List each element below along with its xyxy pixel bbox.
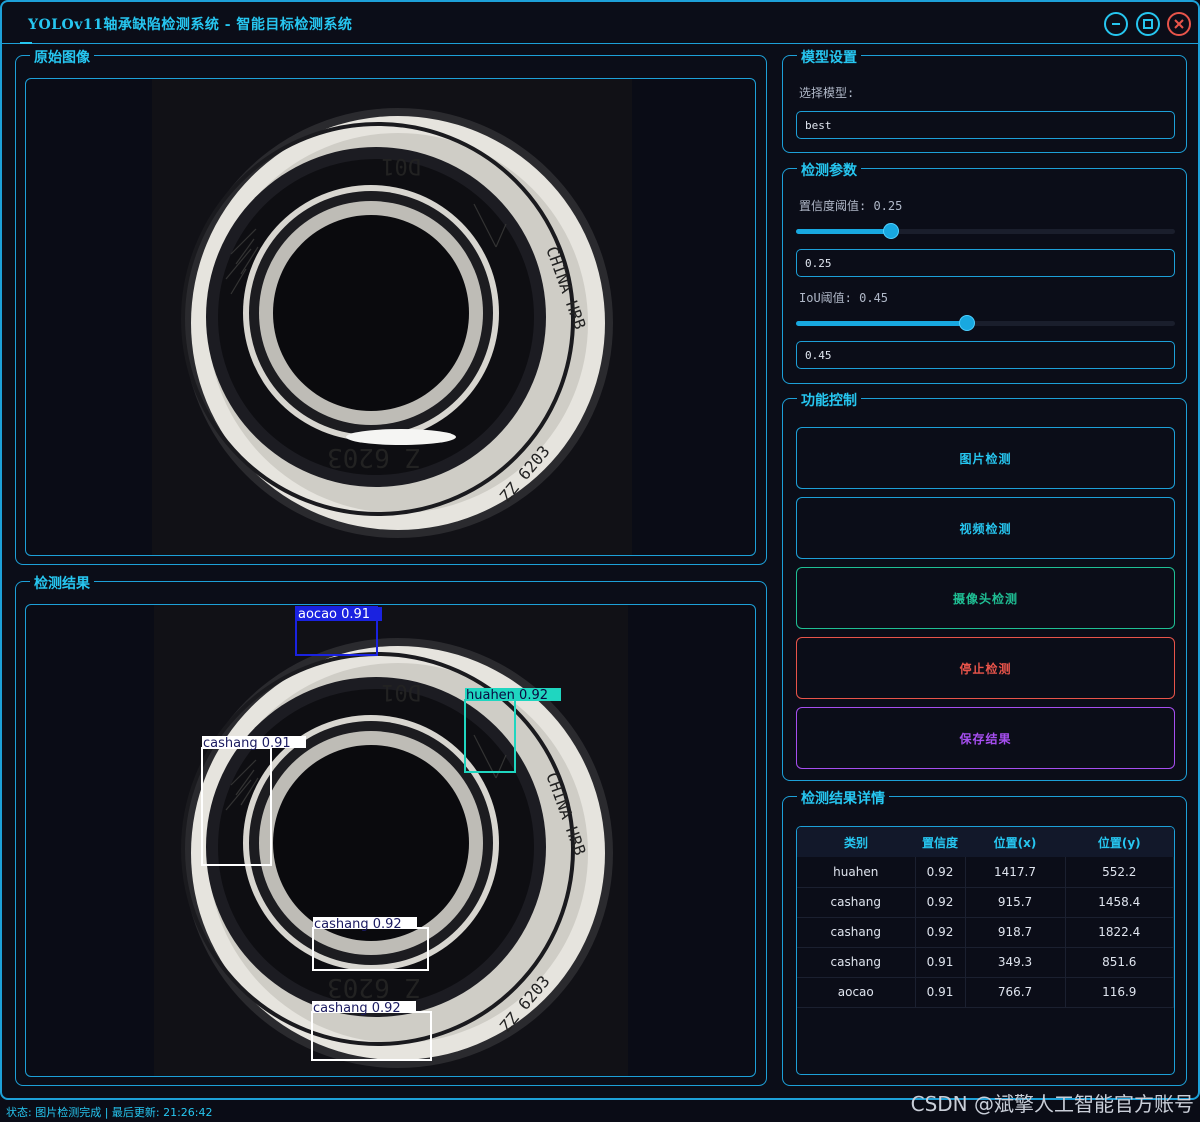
result-bottom-marking: Z 6203	[327, 972, 421, 1002]
save-results-button[interactable]: 保存结果	[796, 707, 1175, 769]
minimize-button[interactable]	[1104, 12, 1128, 36]
table-cell: cashang	[797, 887, 916, 918]
detection-label-cashang-mid: cashang 0.92	[314, 917, 402, 932]
result-bearing-image: D01 CHINA HRB Z 6203 ZZ 6203 aocao 0.91	[154, 605, 628, 1076]
status-bar: 状态: 图片检测完成 | 最后更新: 21:26:42	[6, 1106, 213, 1119]
table-cell: cashang	[797, 917, 916, 948]
confidence-slider-handle[interactable]	[883, 223, 899, 239]
iou-slider[interactable]	[796, 315, 1175, 331]
table-row[interactable]: aocao 0.91 766.7 116.9	[797, 977, 1174, 1008]
original-image-panel: 原始图像 D01 CHINA HRB Z 6203 ZZ 6203	[15, 47, 767, 565]
model-select[interactable]: best	[796, 111, 1175, 139]
result-top-marking: D01	[381, 679, 421, 704]
detection-params-panel: 检测参数 置信度阈值: 0.25 0.25 IoU阈值: 0.45 0.45	[782, 160, 1187, 384]
close-button[interactable]	[1167, 12, 1191, 36]
table-cell: 918.7	[965, 917, 1066, 948]
confidence-slider-fill	[796, 229, 891, 234]
video-detect-button[interactable]: 视频检测	[796, 497, 1175, 559]
result-image-title: 检测结果	[30, 573, 94, 593]
table-row[interactable]: huahen 0.92 1417.7 552.2	[797, 857, 1174, 888]
table-cell: 0.91	[915, 977, 966, 1008]
result-details-panel: 检测结果详情 类别 置信度 位置(x) 位置(y) huahen 0.92 14…	[782, 788, 1187, 1086]
title-bar[interactable]: YOLOv11轴承缺陷检测系统 - 智能目标检测系统	[2, 2, 1198, 44]
table-cell: 552.2	[1065, 857, 1174, 888]
table-cell: cashang	[797, 947, 916, 978]
detection-params-title: 检测参数	[797, 160, 861, 180]
table-cell: 0.91	[915, 947, 966, 978]
detection-label-cashang-bottom: cashang 0.92	[313, 1001, 401, 1016]
original-top-marking: D01	[381, 153, 421, 178]
original-bearing-image: D01 CHINA HRB Z 6203 ZZ 6203	[152, 79, 632, 555]
table-header-class[interactable]: 类别	[797, 827, 915, 857]
table-cell: 0.92	[915, 917, 966, 948]
table-header-y[interactable]: 位置(y)	[1065, 827, 1174, 857]
table-cell: 0.92	[915, 887, 966, 918]
iou-input[interactable]: 0.45	[796, 341, 1175, 369]
table-cell: 1458.4	[1065, 887, 1174, 918]
iou-slider-handle[interactable]	[959, 315, 975, 331]
table-cell: huahen	[797, 857, 916, 888]
original-image-frame: D01 CHINA HRB Z 6203 ZZ 6203	[25, 78, 756, 556]
detection-label-aocao: aocao 0.91	[298, 607, 370, 622]
detection-label-huahen: huahen 0.92	[466, 688, 548, 703]
close-icon	[1174, 19, 1184, 29]
watermark: CSDN @斌擎人工智能官方账号	[910, 1092, 1194, 1116]
original-image-title: 原始图像	[30, 47, 94, 67]
confidence-input[interactable]: 0.25	[796, 249, 1175, 277]
result-table-container[interactable]: 类别 置信度 位置(x) 位置(y) huahen 0.92 1417.7 55…	[796, 826, 1175, 1075]
window-title: YOLOv11轴承缺陷检测系统 - 智能目标检测系统	[28, 17, 353, 33]
table-cell: 915.7	[965, 887, 1066, 918]
iou-slider-fill	[796, 321, 967, 326]
function-control-title: 功能控制	[797, 390, 861, 410]
image-detect-button[interactable]: 图片检测	[796, 427, 1175, 489]
table-cell: 349.3	[965, 947, 1066, 978]
result-image-panel: 检测结果 D01 CHINA HRB Z 6203 ZZ 6203 aocao …	[15, 573, 767, 1086]
result-details-title: 检测结果详情	[797, 788, 889, 808]
minimize-icon	[1112, 23, 1120, 25]
model-settings-panel: 模型设置 选择模型: best	[782, 47, 1187, 153]
confidence-slider[interactable]	[796, 223, 1175, 239]
table-cell: 0.92	[915, 857, 966, 888]
table-row[interactable]: cashang 0.92 915.7 1458.4	[797, 887, 1174, 918]
result-table: 类别 置信度 位置(x) 位置(y) huahen 0.92 1417.7 55…	[797, 827, 1174, 1008]
table-cell: aocao	[797, 977, 916, 1008]
app-window: YOLOv11轴承缺陷检测系统 - 智能目标检测系统 原始图像 D01 CHIN…	[0, 0, 1200, 1100]
detection-label-cashang-left: cashang 0.91	[203, 736, 291, 751]
table-header-row: 类别 置信度 位置(x) 位置(y)	[797, 827, 1174, 857]
model-select-label: 选择模型:	[799, 86, 855, 100]
model-settings-title: 模型设置	[797, 47, 861, 67]
camera-detect-button[interactable]: 摄像头检测	[796, 567, 1175, 629]
result-image-frame: D01 CHINA HRB Z 6203 ZZ 6203 aocao 0.91	[25, 604, 756, 1077]
title-accent	[20, 42, 32, 44]
original-bottom-marking: Z 6203	[327, 442, 421, 472]
table-cell: 1822.4	[1065, 917, 1174, 948]
function-control-panel: 功能控制 图片检测 视频检测 摄像头检测 停止检测 保存结果	[782, 390, 1187, 781]
maximize-icon	[1143, 19, 1153, 29]
maximize-button[interactable]	[1136, 12, 1160, 36]
table-cell: 851.6	[1065, 947, 1174, 978]
stop-detect-button[interactable]: 停止检测	[796, 637, 1175, 699]
table-cell: 766.7	[965, 977, 1066, 1008]
table-header-x[interactable]: 位置(x)	[965, 827, 1065, 857]
table-row[interactable]: cashang 0.92 918.7 1822.4	[797, 917, 1174, 948]
table-header-confidence[interactable]: 置信度	[915, 827, 965, 857]
confidence-label: 置信度阈值: 0.25	[799, 199, 903, 213]
table-cell: 1417.7	[965, 857, 1066, 888]
table-row[interactable]: cashang 0.91 349.3 851.6	[797, 947, 1174, 978]
table-cell: 116.9	[1065, 977, 1174, 1008]
iou-label: IoU阈值: 0.45	[799, 291, 889, 305]
